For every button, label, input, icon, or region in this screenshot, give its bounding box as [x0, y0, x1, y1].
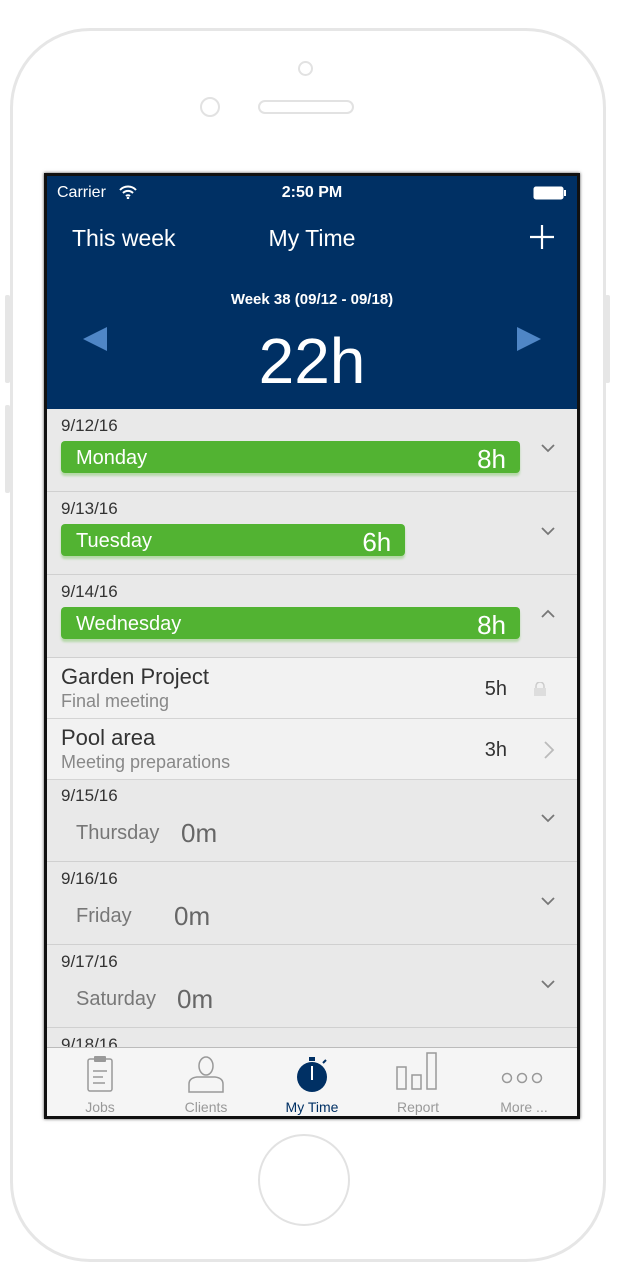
day-hours-bar: Tuesday 6h	[61, 524, 406, 557]
volume-up-button	[5, 295, 10, 383]
status-time: 2:50 PM	[281, 184, 343, 201]
day-name: Tuesday	[76, 530, 152, 552]
day-date: 9/17/16	[61, 952, 118, 971]
day-hours: 0m	[181, 818, 218, 848]
tab-report[interactable]: Report	[365, 1048, 471, 1116]
page-title: My Time	[268, 225, 356, 251]
day-date: 9/13/16	[61, 499, 118, 518]
day-date: 9/14/16	[61, 582, 118, 601]
chevron-down-icon[interactable]	[541, 524, 555, 538]
battery-icon	[533, 186, 566, 200]
bar-chart-icon	[396, 1052, 437, 1090]
day-hours: 0m	[174, 901, 211, 931]
week-label: Week 38 (09/12 - 09/18)	[230, 291, 394, 308]
lock-icon	[534, 682, 546, 696]
day-hours: 0m	[177, 984, 214, 1014]
day-name: Friday	[76, 905, 132, 927]
tab-label: Clients	[184, 1099, 228, 1115]
tab-label: More ...	[500, 1099, 548, 1115]
day-name: Wednesday	[76, 613, 182, 635]
entry-title: Garden Project	[61, 664, 209, 689]
camera	[298, 61, 313, 76]
entry-subtitle: Final meeting	[61, 691, 170, 711]
chevron-up-icon[interactable]	[541, 607, 555, 621]
clipboard-icon	[87, 1056, 113, 1092]
tab-label: Jobs	[85, 1099, 115, 1115]
entry-subtitle: Meeting preparations	[61, 752, 231, 772]
day-hours: 6h	[362, 527, 392, 557]
tab-label: Report	[396, 1099, 440, 1115]
power-button	[605, 295, 610, 383]
entry-title: Pool area	[61, 725, 156, 750]
day-date: 9/16/16	[61, 869, 118, 888]
entry-hours: 5h	[484, 678, 507, 700]
screen: Carrier 2:50 PM This week My Time Week 3…	[44, 173, 580, 1119]
day-row[interactable]: 9/16/16 Friday 0m	[47, 862, 577, 945]
sensor	[200, 97, 220, 117]
day-name: Saturday	[76, 988, 157, 1010]
chevron-down-icon[interactable]	[541, 977, 555, 991]
more-icon	[501, 1072, 543, 1084]
chevron-down-icon[interactable]	[541, 811, 555, 825]
tab-jobs[interactable]: Jobs	[47, 1048, 153, 1116]
tab-label: My Time	[285, 1099, 339, 1115]
home-button[interactable]	[258, 1134, 350, 1226]
day-hours-bar: Wednesday 8h	[61, 607, 520, 640]
tab-my-time[interactable]: My Time	[259, 1048, 365, 1116]
tab-bar: Jobs Clients My Time Report More ...	[47, 1047, 577, 1116]
day-row[interactable]: 9/15/16 Thursday 0m	[47, 779, 577, 862]
header: Carrier 2:50 PM This week My Time Week 3…	[47, 176, 577, 409]
time-entry[interactable]: Garden Project Final meeting 5h	[47, 658, 577, 719]
day-name: Monday	[76, 447, 148, 469]
day-hours-bar: Monday 8h	[61, 441, 520, 474]
week-total: 22h	[258, 325, 366, 397]
day-row[interactable]: 9/13/16 Tuesday 6h	[47, 492, 577, 575]
day-date: 9/12/16	[61, 416, 118, 435]
day-name: Thursday	[76, 822, 160, 844]
tab-clients[interactable]: Clients	[153, 1048, 259, 1116]
time-entry[interactable]: Pool area Meeting preparations 3h	[47, 719, 577, 780]
chevron-down-icon[interactable]	[541, 441, 555, 455]
speaker	[258, 100, 354, 114]
person-icon	[188, 1056, 224, 1093]
chevron-right-icon	[544, 741, 555, 759]
plus-icon[interactable]	[529, 224, 555, 250]
day-date: 9/15/16	[61, 786, 118, 805]
stopwatch-icon	[297, 1057, 327, 1092]
day-hours: 8h	[477, 610, 506, 640]
tab-more[interactable]: More ...	[471, 1048, 577, 1116]
day-row[interactable]: 9/12/16 Monday 8h	[47, 409, 577, 492]
day-row[interactable]: 9/14/16 Wednesday 8h	[47, 575, 577, 658]
entry-hours: 3h	[484, 739, 507, 761]
volume-down-button	[5, 405, 10, 493]
day-row[interactable]: 9/17/16 Saturday 0m	[47, 945, 577, 1028]
day-hours: 8h	[477, 444, 506, 474]
chevron-down-icon[interactable]	[541, 894, 555, 908]
